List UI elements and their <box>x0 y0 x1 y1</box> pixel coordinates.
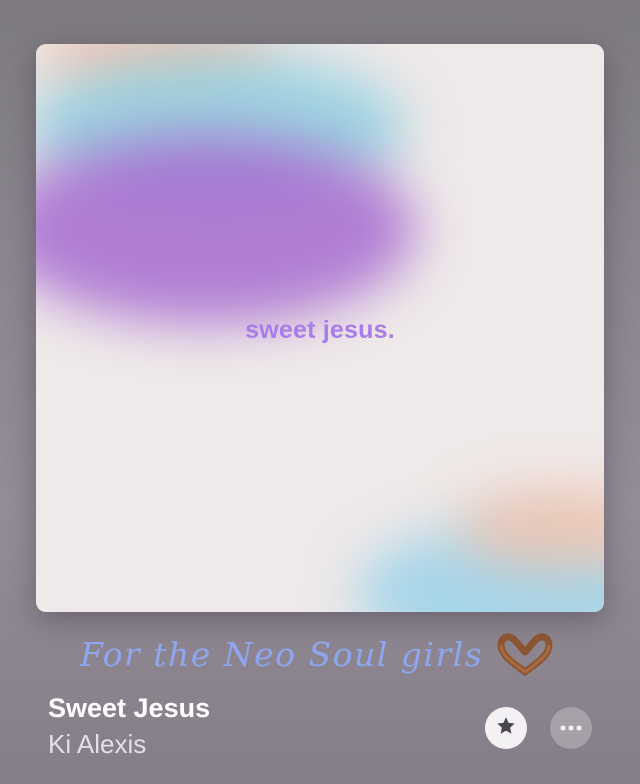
star-icon <box>495 715 517 742</box>
favorite-button[interactable] <box>485 707 527 749</box>
caption: For the Neo Soul girls <box>80 632 555 676</box>
caption-text: For the Neo Soul girls <box>80 634 484 674</box>
album-artwork[interactable]: sweet jesus. <box>36 44 604 612</box>
ellipsis-icon <box>560 719 582 737</box>
album-art-text: sweet jesus. <box>245 316 395 344</box>
artist-name[interactable]: Ki Alexis <box>48 729 146 760</box>
song-title[interactable]: Sweet Jesus <box>48 693 210 724</box>
heart-hands-icon <box>495 632 555 676</box>
more-options-button[interactable] <box>550 707 592 749</box>
